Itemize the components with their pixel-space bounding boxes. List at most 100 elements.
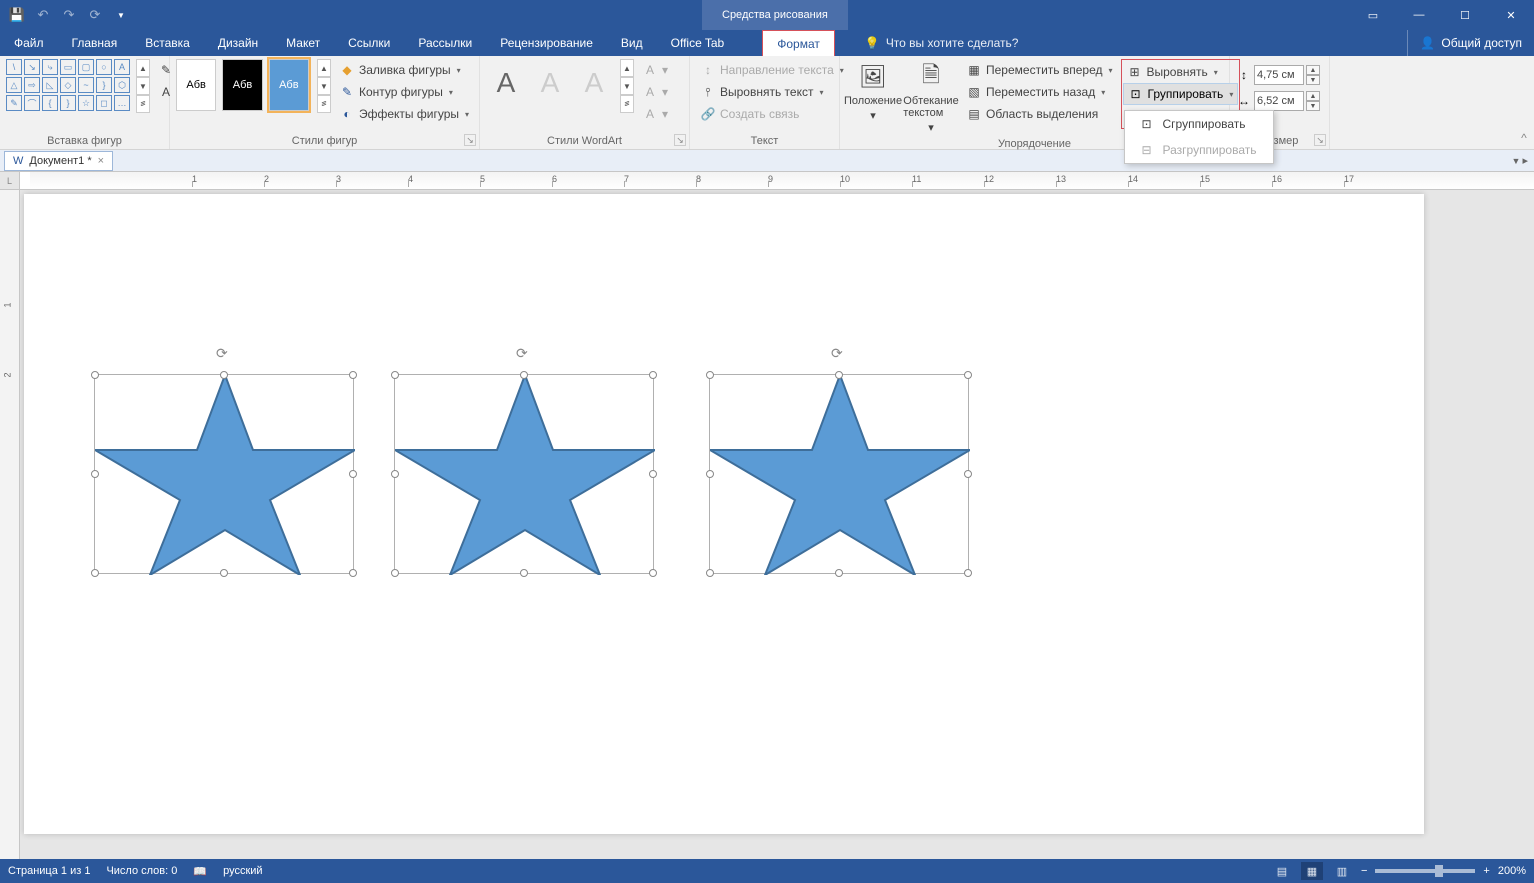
shape-curve[interactable]: ~ xyxy=(78,77,94,93)
wordart-3[interactable]: A xyxy=(574,59,614,107)
shape-star-3[interactable]: ⟳ xyxy=(709,374,969,574)
tab-home[interactable]: Главная xyxy=(58,30,132,56)
shape-style-2[interactable]: Абв xyxy=(222,59,262,111)
size-launcher[interactable]: ↘ xyxy=(1314,134,1326,146)
shape-free[interactable]: ✎ xyxy=(6,95,22,111)
zoom-in[interactable]: + xyxy=(1483,865,1489,877)
view-read[interactable]: ▤ xyxy=(1271,862,1293,880)
style-gallery-more[interactable]: ꠵ xyxy=(317,95,331,113)
shape-star[interactable]: ☆ xyxy=(78,95,94,111)
height-down[interactable]: ▼ xyxy=(1306,75,1320,85)
send-backward[interactable]: ▧Переместить назад xyxy=(962,81,1117,103)
menu-group[interactable]: ⊡Сгруппировать xyxy=(1125,111,1273,137)
tab-review[interactable]: Рецензирование xyxy=(486,30,607,56)
group-button[interactable]: ⊡ Группировать ⊡Сгруппировать ⊟Разгруппи… xyxy=(1123,83,1239,105)
zoom-slider[interactable] xyxy=(1375,869,1475,873)
gallery-up[interactable]: ▲ xyxy=(136,59,150,77)
selection-pane[interactable]: ▤Область выделения xyxy=(962,103,1117,125)
rotate-handle-3[interactable]: ⟳ xyxy=(831,345,847,361)
page[interactable]: ⟳ ⟳ ⟳ xyxy=(24,194,1424,834)
shape-style-3[interactable]: Абв xyxy=(269,59,309,111)
shape-oval[interactable]: ○ xyxy=(96,59,112,75)
ribbon-display-button[interactable]: ▭ xyxy=(1350,0,1396,30)
shape-fill[interactable]: ◆Заливка фигуры xyxy=(335,59,473,81)
shape-dia[interactable]: ◇ xyxy=(60,77,76,93)
collapse-ribbon[interactable]: ^ xyxy=(1514,56,1534,149)
doctab-dropdown[interactable]: ▼ xyxy=(1512,156,1521,166)
menu-ungroup[interactable]: ⊟Разгруппировать xyxy=(1125,137,1273,163)
tab-file[interactable]: Файл xyxy=(0,30,58,56)
text-outline[interactable]: A▾ xyxy=(638,81,672,103)
page-scroll[interactable]: ⟳ ⟳ ⟳ xyxy=(20,190,1534,859)
shape-tri[interactable]: △ xyxy=(6,77,22,93)
document-tab[interactable]: W Документ1 * × xyxy=(4,151,113,171)
tab-insert[interactable]: Вставка xyxy=(131,30,204,56)
view-web[interactable]: ▥ xyxy=(1331,862,1353,880)
shape-callout[interactable]: ◻ xyxy=(96,95,112,111)
maximize-button[interactable]: ☐ xyxy=(1442,0,1488,30)
shape-styles-launcher[interactable]: ↘ xyxy=(464,134,476,146)
height-input[interactable] xyxy=(1254,65,1304,85)
shape-textbox[interactable]: A xyxy=(114,59,130,75)
gallery-down[interactable]: ▼ xyxy=(136,77,150,95)
wa-gallery-up[interactable]: ▲ xyxy=(620,59,634,77)
shape-star-1[interactable]: ⟳ xyxy=(94,374,354,574)
tab-mailings[interactable]: Рассылки xyxy=(404,30,486,56)
shape-gallery[interactable]: \ ↘ ⤷ ▭ ▢ ○ A △ ⇨ ◺ ◇ ~ } ⬡ ✎ ⌒ { } ☆ ◻ xyxy=(6,59,130,111)
shape-tri2[interactable]: ◺ xyxy=(42,77,58,93)
shape-connector[interactable]: ⤷ xyxy=(42,59,58,75)
tab-view[interactable]: Вид xyxy=(607,30,657,56)
undo-button[interactable]: ↶ xyxy=(32,4,54,26)
position-button[interactable]: 🖼Положение▾ xyxy=(846,59,900,124)
wordart-launcher[interactable]: ↘ xyxy=(674,134,686,146)
wordart-1[interactable]: A xyxy=(486,59,526,107)
save-button[interactable]: 💾 xyxy=(6,4,28,26)
status-page[interactable]: Страница 1 из 1 xyxy=(8,865,90,877)
status-proofing-icon[interactable]: 📖 xyxy=(193,865,207,878)
repeat-button[interactable]: ⟳ xyxy=(84,4,106,26)
status-language[interactable]: русский xyxy=(223,865,262,877)
shape-star-2[interactable]: ⟳ xyxy=(394,374,654,574)
minimize-button[interactable]: — xyxy=(1396,0,1442,30)
zoom-out[interactable]: − xyxy=(1361,865,1367,877)
ruler-horizontal[interactable]: L 1234567891011121314151617 xyxy=(0,172,1534,190)
wrap-text-button[interactable]: 🗎Обтекание текстом▾ xyxy=(904,59,958,136)
style-gallery-up[interactable]: ▲ xyxy=(317,59,331,77)
tab-design[interactable]: Дизайн xyxy=(204,30,272,56)
rotate-handle-2[interactable]: ⟳ xyxy=(516,345,532,361)
close-button[interactable]: ✕ xyxy=(1488,0,1534,30)
text-fill[interactable]: A▾ xyxy=(638,59,672,81)
tab-format[interactable]: Формат xyxy=(762,30,835,56)
wa-gallery-down[interactable]: ▼ xyxy=(620,77,634,95)
shape-outline[interactable]: ✎Контур фигуры xyxy=(335,81,473,103)
tab-officetab[interactable]: Office Tab xyxy=(657,30,739,56)
document-tab-close[interactable]: × xyxy=(98,155,104,167)
bring-forward[interactable]: ▦Переместить вперед xyxy=(962,59,1117,81)
zoom-level[interactable]: 200% xyxy=(1498,865,1526,877)
text-direction[interactable]: ↕Направление текста xyxy=(696,59,848,81)
shape-arc[interactable]: ⌒ xyxy=(24,95,40,111)
tab-references[interactable]: Ссылки xyxy=(334,30,404,56)
shape-rb[interactable]: } xyxy=(60,95,76,111)
gallery-more[interactable]: ꠵ xyxy=(136,95,150,113)
style-gallery-down[interactable]: ▼ xyxy=(317,77,331,95)
redo-button[interactable]: ↷ xyxy=(58,4,80,26)
shape-effects[interactable]: ◐Эффекты фигуры xyxy=(335,103,473,125)
ruler-vertical[interactable]: 12 xyxy=(0,190,20,859)
shape-roundrect[interactable]: ▢ xyxy=(78,59,94,75)
wordart-2[interactable]: A xyxy=(530,59,570,107)
height-up[interactable]: ▲ xyxy=(1306,65,1320,75)
width-down[interactable]: ▼ xyxy=(1306,101,1320,111)
qat-customize[interactable]: ▼ xyxy=(110,4,132,26)
tab-layout[interactable]: Макет xyxy=(272,30,334,56)
shape-arrow[interactable]: ↘ xyxy=(24,59,40,75)
align-button[interactable]: ⊞Выровнять xyxy=(1123,61,1239,83)
wa-gallery-more[interactable]: ꠵ xyxy=(620,95,634,113)
shape-line[interactable]: \ xyxy=(6,59,22,75)
shape-rect[interactable]: ▭ xyxy=(60,59,76,75)
share-button[interactable]: 👤 Общий доступ xyxy=(1407,30,1534,56)
shape-lb[interactable]: { xyxy=(42,95,58,111)
status-words[interactable]: Число слов: 0 xyxy=(106,865,177,877)
width-up[interactable]: ▲ xyxy=(1306,91,1320,101)
align-text[interactable]: ⫯Выровнять текст xyxy=(696,81,848,103)
